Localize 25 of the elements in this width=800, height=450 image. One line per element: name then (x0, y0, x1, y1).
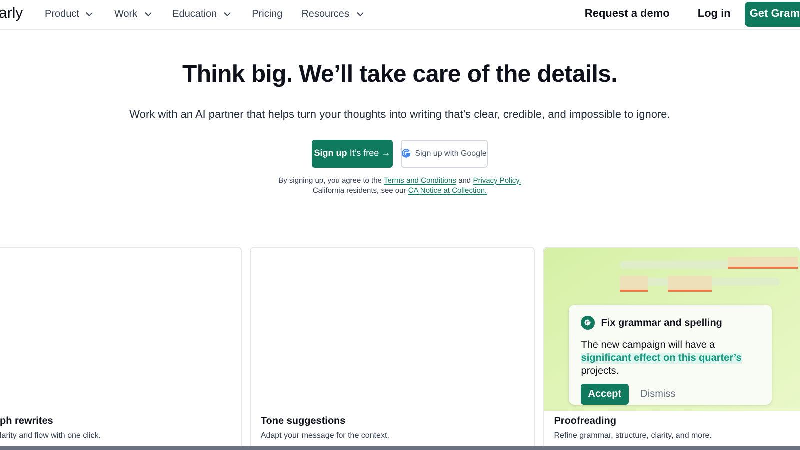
signup-button[interactable]: Sign up It’s free → (312, 140, 393, 168)
card-title: Tone suggestions (260, 416, 347, 428)
request-demo-link[interactable]: Request a demo (584, 6, 670, 23)
suggestion-heading: Fix grammar and spelling (601, 316, 722, 330)
nav-item[interactable]: Resources (302, 7, 366, 22)
card-title: Proofreading (554, 416, 618, 428)
nav-item[interactable]: Work (114, 7, 154, 22)
logo[interactable]: arly (0, 3, 45, 26)
dismiss-button[interactable]: Dismiss (640, 386, 676, 402)
card-text: larity and flow with one click. (0, 430, 102, 440)
accept-button[interactable]: Accept (581, 384, 629, 404)
google-signup-button[interactable]: Sign up with Google (401, 140, 488, 168)
hero-subtitle: Work with an AI partner that helps turn your thoughts into writing that’s clear, credible, and impossible to ignore. (130, 108, 670, 123)
google-icon (402, 149, 412, 158)
get-grammarly-button[interactable]: Get Gram (744, 2, 800, 27)
card-text: Adapt your message for the context. (260, 430, 390, 440)
login-link[interactable]: Log in (698, 6, 731, 23)
nav-item[interactable]: Pricing (252, 7, 283, 22)
logo-icon (581, 316, 596, 330)
nav-item[interactable]: Education (172, 7, 234, 22)
nav-item[interactable]: Product (45, 7, 96, 22)
card-title: ph rewrites (0, 416, 54, 428)
card-text: Refine grammar, structure, clarity, and more. (554, 430, 713, 440)
hero-title: Think big. We’ll take care of the details. (182, 60, 618, 90)
suggestion-text: The new campaign will have a significant effect on this quarter’s projects. (581, 338, 743, 378)
